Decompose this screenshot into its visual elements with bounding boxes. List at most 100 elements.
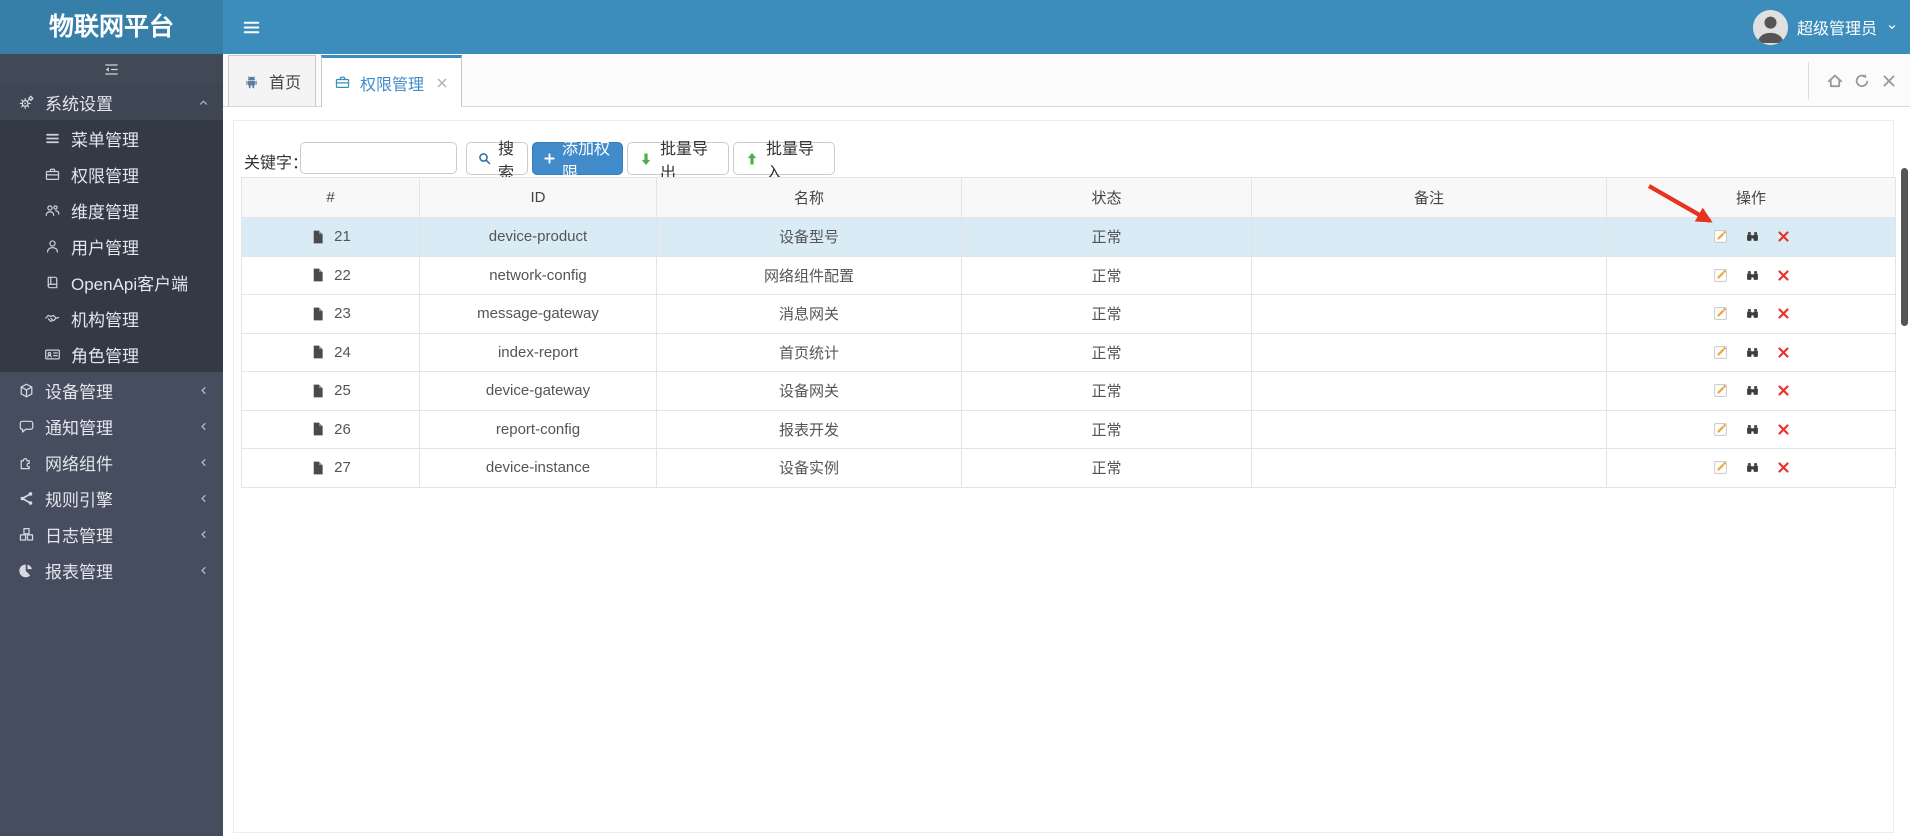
edit-icon[interactable] — [1712, 382, 1729, 399]
sidebar-item-openapi-client[interactable]: OpenApi客户端 — [0, 264, 223, 300]
sidebar-item-system-settings[interactable]: 系统设置 — [0, 84, 223, 120]
cell-remark — [1252, 410, 1607, 448]
status-value: 正常 — [1091, 460, 1122, 478]
edit-icon[interactable] — [1712, 459, 1729, 476]
sidebar-item-label: 通知管理 — [45, 418, 113, 438]
tab-close-icon[interactable] — [435, 76, 449, 90]
cell-id: device-instance — [420, 449, 657, 487]
table-row[interactable]: 27 device-instance 设备实例 正常 — [242, 449, 1895, 487]
view-icon[interactable] — [1744, 344, 1761, 361]
row-number: 24 — [334, 343, 351, 361]
top-navbar: 物联网平台 超级管理员 — [0, 0, 1910, 54]
add-permission-button[interactable]: 添加权限 — [532, 141, 623, 182]
view-icon[interactable] — [1744, 382, 1761, 399]
batch-import-button[interactable]: 批量导入 — [733, 141, 835, 182]
sidebar-item-network-component[interactable]: 网络组件 — [0, 444, 223, 480]
avatar — [1752, 9, 1788, 45]
app-root: 物联网平台 超级管理员 系统设置 菜单管理 权限管理 维度管理 用户管理 OpenApi客… — [0, 0, 1910, 836]
cell-status: 正常 — [962, 410, 1252, 448]
edit-icon[interactable] — [1712, 305, 1729, 322]
batch-export-button[interactable]: 批量导出 — [627, 141, 729, 182]
tab-permission[interactable]: 权限管理 — [321, 55, 462, 107]
row-number: 23 — [334, 305, 351, 323]
cell-id: index-report — [420, 333, 657, 371]
close-icon — [1880, 72, 1898, 90]
outdent-icon — [103, 61, 120, 78]
edit-icon[interactable] — [1712, 421, 1729, 438]
table-row[interactable]: 26 report-config 报表开发 正常 — [242, 410, 1895, 449]
view-icon[interactable] — [1744, 228, 1761, 245]
table-row[interactable]: 24 index-report 首页统计 正常 — [242, 333, 1895, 372]
table-row[interactable]: 23 message-gateway 消息网关 正常 — [242, 295, 1895, 334]
id-value: report-config — [495, 420, 581, 438]
tab-actions — [1808, 55, 1910, 106]
idcard-icon — [40, 346, 64, 363]
view-icon[interactable] — [1744, 267, 1761, 284]
file-icon — [310, 306, 326, 322]
id-value: message-gateway — [477, 305, 599, 323]
cell-remark — [1252, 218, 1607, 256]
sidebar-item-label: 报表管理 — [45, 562, 113, 582]
sidebar-item-org-management[interactable]: 机构管理 — [0, 300, 223, 336]
delete-icon[interactable] — [1776, 460, 1791, 475]
name-value: 首页统计 — [778, 344, 839, 362]
sidebar-item-rule-engine[interactable]: 规则引擎 — [0, 480, 223, 516]
cell-id: report-config — [420, 410, 657, 448]
row-number: 21 — [334, 228, 351, 246]
tab-home[interactable]: 首页 — [228, 55, 316, 106]
name-value: 报表开发 — [778, 421, 839, 439]
chevron-left-icon — [197, 564, 210, 577]
cell-operations — [1607, 372, 1895, 410]
search-button[interactable]: 搜索 — [466, 141, 528, 182]
delete-icon[interactable] — [1776, 422, 1791, 437]
delete-icon[interactable] — [1776, 306, 1791, 321]
table-row[interactable]: 22 network-config 网络组件配置 正常 — [242, 256, 1895, 295]
sidebar-item-role-management[interactable]: 角色管理 — [0, 336, 223, 372]
vertical-scrollbar-thumb[interactable] — [1901, 168, 1908, 326]
delete-icon[interactable] — [1776, 229, 1791, 244]
name-value: 消息网关 — [778, 306, 839, 324]
row-number-cell: 26 — [242, 410, 420, 448]
cell-name: 报表开发 — [657, 410, 962, 448]
edit-icon[interactable] — [1712, 228, 1729, 245]
sidebar-item-user-management[interactable]: 用户管理 — [0, 228, 223, 264]
row-actions — [1712, 421, 1791, 438]
delete-icon[interactable] — [1776, 345, 1791, 360]
sidebar-item-dimension-management[interactable]: 维度管理 — [0, 192, 223, 228]
delete-icon[interactable] — [1776, 268, 1791, 283]
sidebar-item-permission-management[interactable]: 权限管理 — [0, 156, 223, 192]
edit-icon[interactable] — [1712, 267, 1729, 284]
id-value: device-instance — [485, 459, 591, 477]
row-number-cell: 24 — [242, 333, 420, 371]
cube-icon — [14, 382, 38, 399]
user-menu[interactable]: 超级管理员 — [1747, 0, 1904, 54]
keyword-input[interactable] — [300, 142, 457, 174]
view-icon[interactable] — [1744, 305, 1761, 322]
brand-logo[interactable]: 物联网平台 — [0, 0, 223, 54]
sidebar-toggle-button[interactable] — [234, 0, 268, 54]
sidebar-item-menu-management[interactable]: 菜单管理 — [0, 120, 223, 156]
sidebar-item-device-management[interactable]: 设备管理 — [0, 372, 223, 408]
delete-icon[interactable] — [1776, 383, 1791, 398]
sidebar-item-log-management[interactable]: 日志管理 — [0, 516, 223, 552]
batch-import-label: 批量导入 — [766, 140, 815, 182]
user-icon — [40, 238, 64, 255]
id-value: network-config — [489, 266, 587, 284]
column-header: ID — [420, 178, 657, 217]
view-icon[interactable] — [1744, 459, 1761, 476]
table-row[interactable]: 25 device-gateway 设备网关 正常 — [242, 372, 1895, 411]
sidebar-item-report-management[interactable]: 报表管理 — [0, 552, 223, 588]
name-value: 设备网关 — [778, 383, 839, 401]
close-all-button[interactable] — [1875, 55, 1902, 106]
sidebar-collapse-strip[interactable] — [0, 54, 223, 84]
cell-status: 正常 — [962, 449, 1252, 487]
status-value: 正常 — [1091, 267, 1122, 285]
refresh-button[interactable] — [1848, 55, 1875, 106]
chevron-up-icon — [197, 96, 210, 109]
name-value: 设备型号 — [778, 229, 839, 247]
home-button[interactable] — [1821, 55, 1848, 106]
edit-icon[interactable] — [1712, 344, 1729, 361]
view-icon[interactable] — [1744, 421, 1761, 438]
sidebar-item-notify-management[interactable]: 通知管理 — [0, 408, 223, 444]
table-row[interactable]: 21 device-product 设备型号 正常 — [242, 218, 1895, 257]
